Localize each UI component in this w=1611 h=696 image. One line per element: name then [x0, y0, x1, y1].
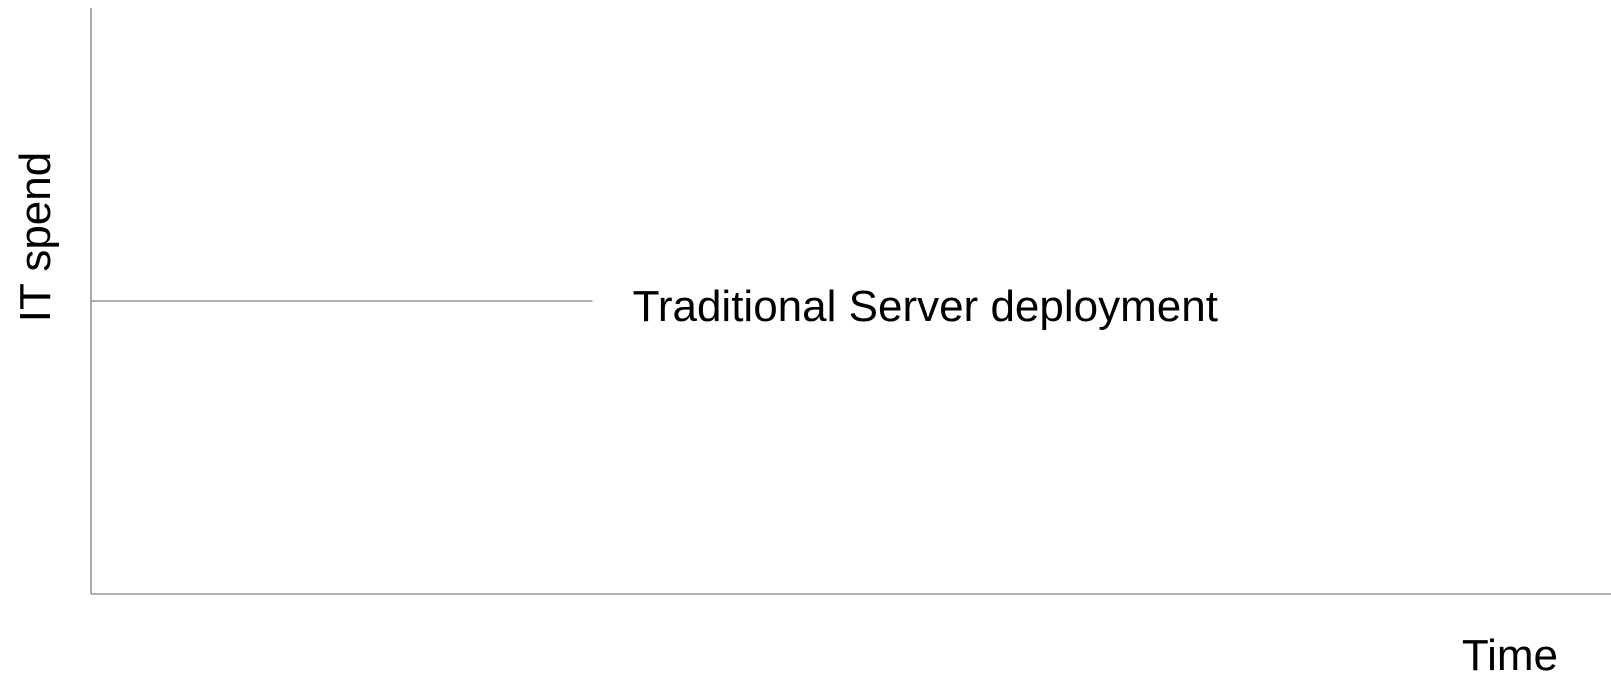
- chart: Traditional Server deployment IT spend T…: [11, 8, 1611, 680]
- x-axis-label: Time: [1462, 631, 1558, 680]
- series-layer: Traditional Server deployment: [91, 282, 1218, 331]
- y-axis-label: IT spend: [11, 152, 60, 322]
- series-label-0: Traditional Server deployment: [633, 282, 1218, 331]
